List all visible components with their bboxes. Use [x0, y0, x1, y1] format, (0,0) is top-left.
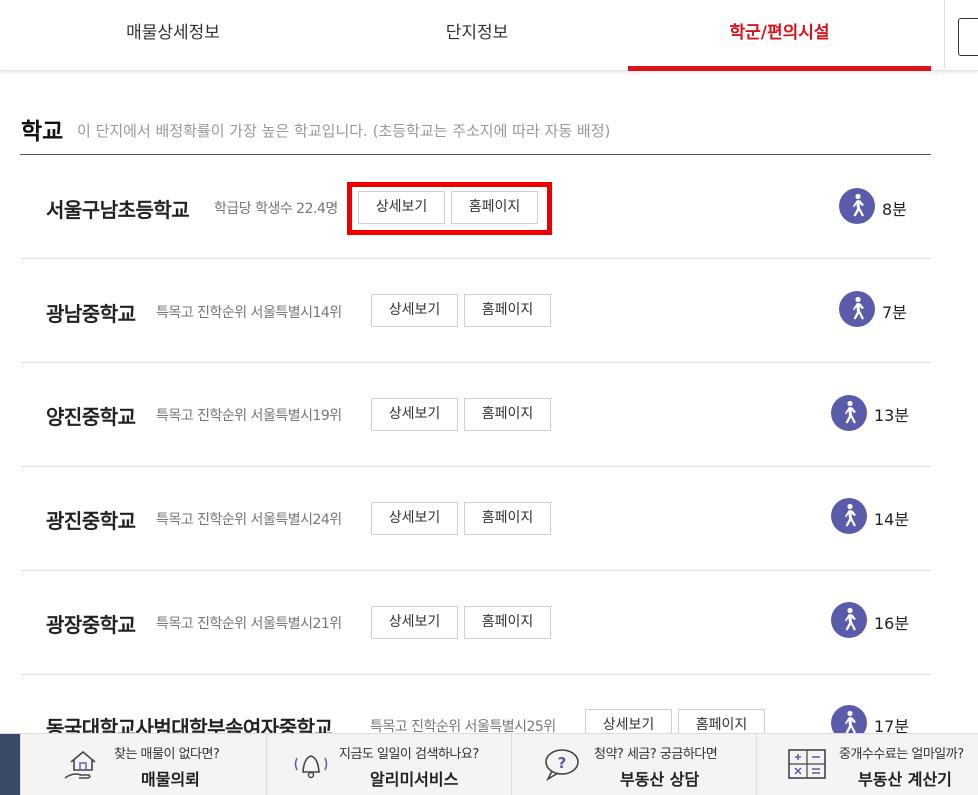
school-info: 특목고 진학순위 서울특별시19위: [156, 408, 342, 424]
alert-service-button[interactable]: 지금도 일일이 검색하나요? 알리미서비스: [266, 734, 511, 795]
homepage-button[interactable]: 홈페이지: [464, 606, 551, 639]
homepage-button[interactable]: 홈페이지: [464, 502, 551, 535]
tab-complex-info[interactable]: 단지정보: [326, 0, 628, 71]
house-hand-icon: [64, 750, 96, 779]
bb-subtitle: 청약? 세금? 궁금하다면: [594, 747, 718, 762]
side-tab[interactable]: [0, 734, 20, 795]
homepage-button[interactable]: 홈페이지: [451, 191, 538, 224]
bb-title: 알리미서비스: [370, 770, 459, 789]
bb-title: 부동산 상담: [620, 770, 700, 789]
bb-subtitle: 찾는 매물이 없다면?: [114, 747, 220, 762]
school-info: 특목고 진학순위 서울특별시24위: [156, 512, 342, 528]
detail-button[interactable]: 상세보기: [371, 606, 458, 639]
school-name: 광장중학교: [46, 613, 136, 637]
listing-request-button[interactable]: 찾는 매물이 없다면? 매물의뢰: [20, 734, 266, 795]
school-name: 서울구남초등학교: [46, 198, 190, 222]
tab-school-facilities[interactable]: 학군/편의시설: [628, 0, 931, 71]
section-title: 학교: [21, 119, 64, 145]
walking-icon: [831, 498, 867, 534]
homepage-button[interactable]: 홈페이지: [464, 398, 551, 431]
school-name: 광남중학교: [46, 302, 136, 326]
side-panel-button[interactable]: [958, 18, 978, 56]
walking-icon: [831, 602, 867, 638]
detail-button[interactable]: 상세보기: [371, 294, 458, 327]
walking-minutes: 13분: [874, 406, 910, 425]
page: 매물상세정보 단지정보 학군/편의시설 학교 이 단지에서 배정확률이 가장 높…: [0, 0, 978, 795]
question-bubble-icon: ?: [545, 749, 579, 782]
consulting-button[interactable]: ? 청약? 세금? 궁금하다면 부동산 상담: [511, 734, 756, 795]
divider: [944, 0, 945, 68]
bb-subtitle: 중개수수료는 얼마일까?: [839, 747, 964, 762]
school-row: 광진중학교 특목고 진학순위 서울특별시24위 상세보기 홈페이지 14분: [20, 467, 931, 571]
school-info: 특목고 진학순위 서울특별시14위: [156, 305, 342, 321]
bb-title: 매물의뢰: [141, 770, 200, 789]
tab-bar: 매물상세정보 단지정보 학군/편의시설: [0, 0, 978, 71]
bell-icon: [294, 755, 328, 779]
school-row: 광장중학교 특목고 진학순위 서울특별시21위 상세보기 홈페이지 16분: [20, 571, 931, 675]
school-name: 양진중학교: [46, 405, 136, 429]
homepage-button[interactable]: 홈페이지: [464, 294, 551, 327]
section-description: 이 단지에서 배정확률이 가장 높은 학교입니다. (초등학교는 주소지에 따라…: [77, 122, 611, 140]
detail-button[interactable]: 상세보기: [371, 502, 458, 535]
calculator-icon: [788, 749, 826, 779]
walking-minutes: 16분: [874, 614, 910, 633]
bottom-service-bar: 찾는 매물이 없다면? 매물의뢰 지금도 일일이 검색하나요? 알리미서비스 ?…: [0, 733, 978, 795]
walking-icon: [839, 188, 875, 224]
detail-button[interactable]: 상세보기: [358, 191, 445, 224]
school-row: 서울구남초등학교 학급당 학생수 22.4명 상세보기 홈페이지 8분: [20, 155, 931, 259]
school-name: 광진중학교: [46, 509, 136, 533]
bb-title: 부동산 계산기: [858, 770, 952, 789]
school-row: 양진중학교 특목고 진학순위 서울특별시19위 상세보기 홈페이지 13분: [20, 363, 931, 467]
school-info: 특목고 진학순위 서울특별시21위: [156, 616, 342, 632]
walking-minutes: 14분: [874, 510, 910, 529]
detail-button[interactable]: 상세보기: [371, 398, 458, 431]
walking-minutes: 7분: [882, 303, 907, 322]
walking-icon: [831, 395, 867, 431]
walking-minutes: 8분: [882, 200, 907, 219]
calculator-button[interactable]: 중개수수료는 얼마일까? 부동산 계산기: [756, 734, 978, 795]
school-section-header: 학교 이 단지에서 배정확률이 가장 높은 학교입니다. (초등학교는 주소지에…: [20, 108, 931, 155]
svg-text:?: ?: [558, 754, 567, 772]
school-row: 광남중학교 특목고 진학순위 서울특별시14위 상세보기 홈페이지 7분: [20, 259, 931, 363]
tab-listing-detail[interactable]: 매물상세정보: [20, 0, 326, 71]
walking-icon: [839, 291, 875, 327]
school-info: 학급당 학생수 22.4명: [214, 201, 338, 217]
bb-subtitle: 지금도 일일이 검색하나요?: [339, 747, 479, 762]
